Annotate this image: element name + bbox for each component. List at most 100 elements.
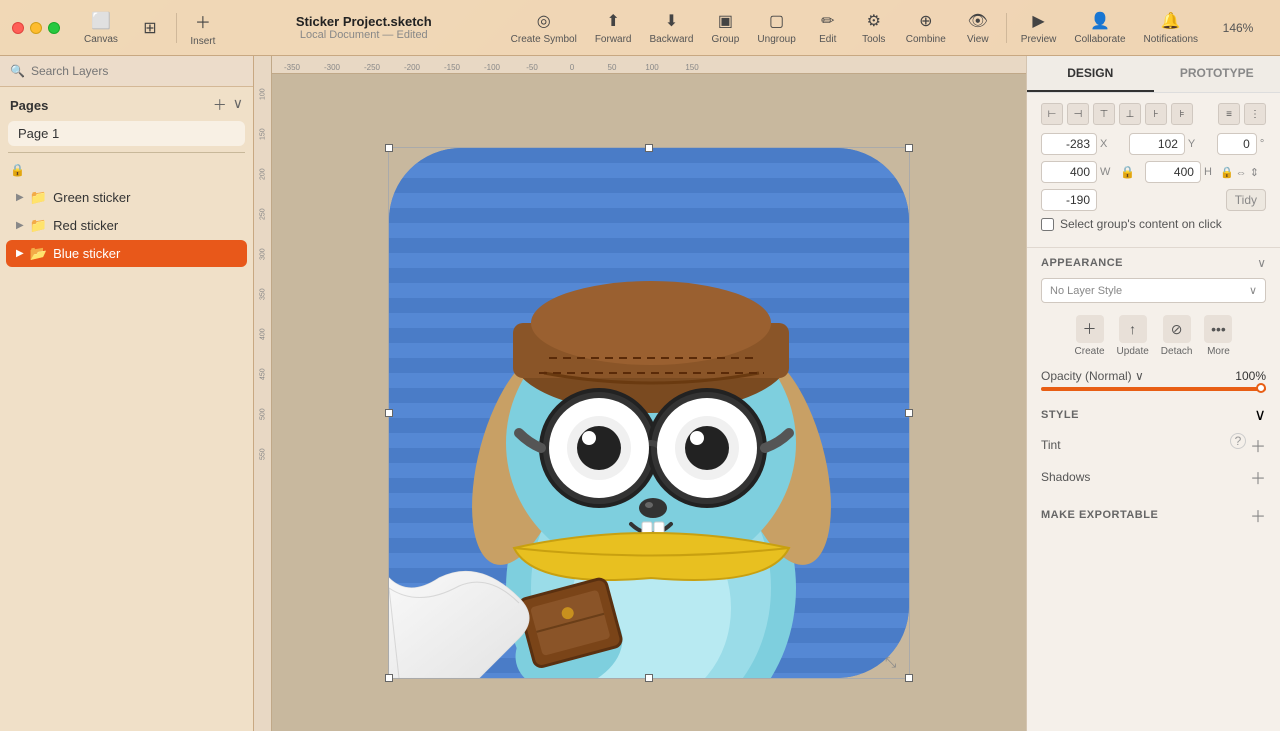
- ruler-mark: 100: [632, 63, 672, 73]
- ungroup-button[interactable]: ▢ Ungroup: [749, 5, 803, 51]
- angle-field: °: [1217, 133, 1266, 155]
- group-button[interactable]: ▣ Group: [703, 5, 747, 51]
- group-icon: ▣: [718, 11, 733, 31]
- more-style-action[interactable]: ••• More: [1204, 315, 1232, 357]
- style-section-header[interactable]: STYLE ∨: [1027, 399, 1280, 431]
- resize-handle-tl[interactable]: [385, 144, 393, 152]
- detach-style-action[interactable]: ⊘ Detach: [1161, 315, 1193, 357]
- symbol-icon: ◎: [537, 11, 551, 31]
- create-style-action[interactable]: ＋ Create: [1075, 315, 1105, 357]
- view-button[interactable]: 👁 View: [956, 5, 1000, 51]
- tidy-button[interactable]: Tidy: [1157, 189, 1267, 211]
- tab-prototype[interactable]: PROTOTYPE: [1154, 56, 1280, 92]
- ruler-mark: -150: [432, 63, 472, 73]
- main-layout: 🔍 Pages ＋ ∨ Page 1 🔒 ▶ 📁 Green sticker: [0, 56, 1280, 731]
- resize-handle-ml[interactable]: [385, 409, 393, 417]
- ruler-v-mark: 150: [254, 114, 272, 154]
- backward-button[interactable]: ⬇ Backward: [642, 5, 702, 51]
- add-export-icon[interactable]: ＋: [1250, 503, 1266, 527]
- align-left-button[interactable]: ⊢: [1041, 103, 1063, 125]
- y-input[interactable]: [1129, 133, 1185, 155]
- layer-style-select[interactable]: No Layer Style ∨: [1041, 278, 1266, 303]
- search-icon: 🔍: [10, 64, 25, 78]
- insert-button[interactable]: ＋ Insert: [181, 5, 225, 51]
- angle-input[interactable]: [1217, 133, 1257, 155]
- style-actions: ＋ Create ↑ Update ⊘ Detach ••• More: [1027, 311, 1280, 365]
- tools-button[interactable]: ⚙ Tools: [852, 5, 896, 51]
- search-input[interactable]: [31, 64, 243, 78]
- opacity-chevron-icon[interactable]: ∨: [1135, 369, 1144, 383]
- x-input[interactable]: [1041, 133, 1097, 155]
- dist-v-button[interactable]: ⋮: [1244, 103, 1266, 125]
- ruler-mark: -350: [272, 63, 312, 73]
- tab-design[interactable]: DESIGN: [1027, 56, 1154, 92]
- dist-h-button[interactable]: ≡: [1218, 103, 1240, 125]
- w-field: W: [1041, 161, 1110, 183]
- lock-aspect-icon[interactable]: 🔒: [1116, 161, 1139, 183]
- resize-handle-mr[interactable]: [905, 409, 913, 417]
- preview-button[interactable]: ▶ Preview: [1013, 5, 1065, 51]
- close-button[interactable]: [12, 22, 24, 34]
- align-bottom-button[interactable]: ⊧: [1171, 103, 1193, 125]
- collaborate-icon: 👤: [1090, 11, 1110, 31]
- title-center: Sticker Project.sketch Local Document — …: [225, 14, 503, 41]
- maximize-button[interactable]: [48, 22, 60, 34]
- forward-button[interactable]: ⬆ Forward: [587, 5, 640, 51]
- ruler-mark: 0: [552, 63, 592, 73]
- notifications-button[interactable]: 🔔 Notifications: [1136, 5, 1206, 51]
- opacity-thumb[interactable]: [1256, 383, 1266, 393]
- lock-icon: 🔒: [10, 163, 25, 177]
- canvas-mode-button[interactable]: ⬜ Canvas: [76, 5, 126, 51]
- align-center-h-button[interactable]: ⊣: [1067, 103, 1089, 125]
- resize-handle-bm[interactable]: [645, 674, 653, 682]
- tint-row: Tint ? ＋: [1027, 431, 1280, 463]
- align-right-button[interactable]: ⊤: [1093, 103, 1115, 125]
- artboard[interactable]: ⤡: [389, 148, 909, 678]
- resize-handle-br[interactable]: [905, 674, 913, 682]
- resize-handle-tm[interactable]: [645, 144, 653, 152]
- chevron-right-icon: ▶: [16, 220, 24, 231]
- traffic-lights: [12, 22, 60, 34]
- select-group-checkbox[interactable]: [1041, 218, 1054, 231]
- page-1-item[interactable]: Page 1: [8, 121, 245, 146]
- grid-mode-button[interactable]: ⊞: [128, 5, 172, 51]
- update-style-action[interactable]: ↑ Update: [1117, 315, 1149, 357]
- layer-red-sticker[interactable]: ▶ 📁 Red sticker: [6, 212, 247, 239]
- w-input[interactable]: [1041, 161, 1097, 183]
- opacity-label: Opacity (Normal) ∨: [1041, 369, 1144, 383]
- tint-help-icon[interactable]: ?: [1230, 433, 1246, 449]
- opacity-slider[interactable]: [1041, 387, 1266, 391]
- combine-button[interactable]: ⊕ APPEARANCE Combine: [898, 5, 954, 51]
- rotation-input[interactable]: [1041, 189, 1097, 211]
- ruler-h-marks: -350 -300 -250 -200 -150 -100 -50 0 50 1…: [272, 56, 712, 73]
- add-page-icon[interactable]: ＋: [213, 95, 227, 115]
- more-icon: •••: [1204, 315, 1232, 343]
- resize-handle-tr[interactable]: [905, 144, 913, 152]
- layer-green-sticker[interactable]: ▶ 📁 Green sticker: [6, 184, 247, 211]
- resize-handle-bl[interactable]: [385, 674, 393, 682]
- align-row-1: ⊢ ⊣ ⊤ ⊥ ⊦ ⊧ ≡ ⋮: [1041, 103, 1266, 125]
- make-exportable-section[interactable]: MAKE EXPORTABLE ＋: [1027, 495, 1280, 535]
- edit-button[interactable]: ✏ Edit: [806, 5, 850, 51]
- align-top-button[interactable]: ⊥: [1119, 103, 1141, 125]
- resize-corner-icon[interactable]: ⤡: [885, 654, 901, 670]
- create-symbol-button[interactable]: ◎ Create Symbol: [503, 5, 585, 51]
- ruler-mark: -100: [472, 63, 512, 73]
- minimize-button[interactable]: [30, 22, 42, 34]
- pages-chevron-icon[interactable]: ∨: [233, 95, 243, 115]
- rotation-row: Tidy: [1041, 189, 1266, 211]
- folder-icon: 📁: [30, 189, 47, 206]
- view-mode-group: ⬜ Canvas ⊞: [76, 5, 172, 51]
- align-center-v-button[interactable]: ⊦: [1145, 103, 1167, 125]
- ruler-v-mark: 350: [254, 274, 272, 314]
- zoom-button[interactable]: 146%: [1208, 5, 1268, 51]
- collaborate-button[interactable]: 👤 Collaborate: [1066, 5, 1133, 51]
- add-shadow-icon[interactable]: ＋: [1250, 465, 1266, 489]
- canvas-content[interactable]: ⤡: [272, 74, 1026, 731]
- add-tint-icon[interactable]: ＋: [1250, 433, 1266, 457]
- layer-blue-sticker[interactable]: ▶ 📂 Blue sticker: [6, 240, 247, 267]
- appearance-section-header[interactable]: APPEARANCE ∨: [1027, 248, 1280, 274]
- preview-icon: ▶: [1032, 11, 1044, 31]
- opacity-label-row: Opacity (Normal) ∨ 100%: [1041, 369, 1266, 383]
- h-input[interactable]: [1145, 161, 1201, 183]
